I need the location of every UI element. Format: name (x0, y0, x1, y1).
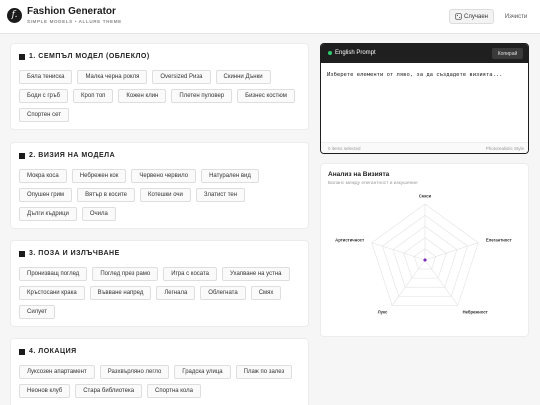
style-label: Photorealistic Style (485, 146, 524, 151)
option-chip[interactable]: Малка черна рокля (77, 70, 148, 84)
radar-spoke (391, 259, 426, 306)
chip-group: Бяла тениска Малка черна рокля Oversized… (19, 70, 303, 122)
items-selected-count: 0 items selected (328, 146, 361, 151)
option-chip[interactable]: Спортна кола (147, 384, 201, 398)
section-clothing: 1. СЕМПЪЛ МОДЕЛ (ОБЛЕКЛО) Бяла тениска М… (10, 43, 309, 130)
radar-axis-label: Елегантност (486, 238, 512, 243)
option-chip[interactable]: Спортен сет (19, 108, 70, 122)
prompt-output[interactable]: Изберете елементи от ляво, за да създаде… (327, 72, 527, 78)
option-chip[interactable]: Червено червило (131, 169, 197, 183)
option-chip[interactable]: Пронизващ поглед (19, 267, 88, 281)
chip-group: Луксозен апартамент Разхвърляно легло Гр… (19, 365, 303, 398)
brand-logo: f. (7, 8, 22, 23)
radar-axis-label: Лукс (378, 309, 388, 314)
option-chip[interactable]: Облегната (200, 286, 246, 300)
option-chip[interactable]: Кожен клин (118, 89, 167, 103)
prompt-footer: 0 items selected Photorealistic Style (321, 142, 528, 153)
option-chip[interactable]: Въвване напред (89, 286, 152, 300)
option-chip[interactable]: Боди с гръб (19, 89, 69, 103)
option-chip[interactable]: Градска улица (174, 365, 231, 379)
section-look: 2. ВИЗИЯ НА МОДЕЛА Мокра коса Небрежен к… (10, 142, 309, 229)
radar-spoke (371, 242, 426, 261)
option-chip[interactable]: Силует (19, 305, 56, 319)
option-chip[interactable]: Кроп топ (73, 89, 114, 103)
option-chip[interactable]: Oversized Риза (152, 70, 211, 84)
option-chip[interactable]: Очила (81, 207, 116, 221)
dice-icon (455, 13, 462, 20)
section-title: 2. ВИЗИЯ НА МОДЕЛА (29, 152, 116, 159)
option-chip[interactable]: Неонов клуб (19, 384, 71, 398)
radar-chart: Секси Елегантност Небрежност Лукс Артистично… (335, 194, 512, 315)
section-title: 3. ПОЗА И ИЗЛЪЧВАНЕ (29, 250, 120, 257)
prompt-card: English Prompt Копирай Изберете елементи… (320, 43, 529, 154)
app-header: f. Fashion Generator SIMPLE MODELS • ALL… (0, 0, 540, 34)
option-chip[interactable]: Вятър в косите (77, 188, 136, 202)
option-chip[interactable]: Бизнес костюм (237, 89, 295, 103)
option-chip[interactable]: Плетен пуловер (171, 89, 233, 103)
option-chip[interactable]: Стара библиотека (75, 384, 143, 398)
option-chip[interactable]: Натурален вид (201, 169, 259, 183)
option-chip[interactable]: Кръстосани крака (19, 286, 85, 300)
prompt-title: English Prompt (335, 50, 376, 56)
section-marker-icon (19, 348, 25, 355)
option-chip[interactable]: Поглед през рамо (92, 267, 159, 281)
radar-card: Анализ на Визията Баланс между елегантно… (320, 163, 529, 337)
radar-title: Анализ на Визията (328, 171, 390, 178)
app-title: Fashion Generator (27, 6, 116, 17)
chip-group: Мокра коса Небрежен кок Червено червило … (19, 169, 303, 221)
copy-button[interactable]: Копирай (492, 48, 523, 59)
option-chip[interactable]: Разхвърляно легло (99, 365, 170, 379)
clear-button[interactable]: Изчисти (500, 9, 532, 24)
option-chip[interactable]: Игра с косата (163, 267, 218, 281)
option-chip[interactable]: Смях (250, 286, 282, 300)
option-chip[interactable]: Златист тен (195, 188, 246, 202)
option-chip[interactable]: Плаж по залез (235, 365, 293, 379)
radar-subtitle: Баланс между елегантност и изкушение (328, 181, 418, 186)
section-title: 4. ЛОКАЦИЯ (29, 348, 77, 355)
option-chip[interactable]: Бяла тениска (19, 70, 73, 84)
option-chip[interactable]: Мокра коса (19, 169, 67, 183)
section-marker-icon (19, 152, 25, 159)
section-location: 4. ЛОКАЦИЯ Луксозен апартамент Разхвърля… (10, 338, 309, 405)
status-dot-icon (328, 51, 332, 55)
option-chip[interactable]: Луксозен апартамент (19, 365, 95, 379)
random-button-label: Случаен (464, 13, 488, 20)
section-title: 1. СЕМПЪЛ МОДЕЛ (ОБЛЕКЛО) (29, 53, 150, 60)
option-chip[interactable]: Дълги къдрици (19, 207, 77, 221)
app-subtitle: SIMPLE MODELS • ALLURE THEME (27, 19, 122, 24)
option-chip[interactable]: Опушен грим (19, 188, 73, 202)
option-chip[interactable]: Небрежен кок (71, 169, 127, 183)
option-chip[interactable]: Котешки очи (140, 188, 191, 202)
section-marker-icon (19, 250, 25, 257)
option-chip[interactable]: Легнала (156, 286, 196, 300)
radar-point (423, 258, 427, 262)
radar-axis-label: Секси (419, 194, 432, 199)
prompt-header: English Prompt Копирай (321, 44, 528, 63)
option-chip[interactable]: Ухапване на устна (222, 267, 290, 281)
radar-spoke (424, 259, 459, 306)
option-chip[interactable]: Скинни Дънки (215, 70, 271, 84)
radar-axis-label: Небрежност (463, 309, 488, 314)
random-button[interactable]: Случаен (449, 9, 494, 24)
radar-axis-label: Артистичност (335, 238, 364, 243)
section-pose: 3. ПОЗА И ИЗЛЪЧВАНЕ Пронизващ поглед Пог… (10, 240, 309, 327)
radar-spoke (424, 242, 479, 261)
chip-group: Пронизващ поглед Поглед през рамо Игра с… (19, 267, 303, 319)
section-marker-icon (19, 53, 25, 60)
